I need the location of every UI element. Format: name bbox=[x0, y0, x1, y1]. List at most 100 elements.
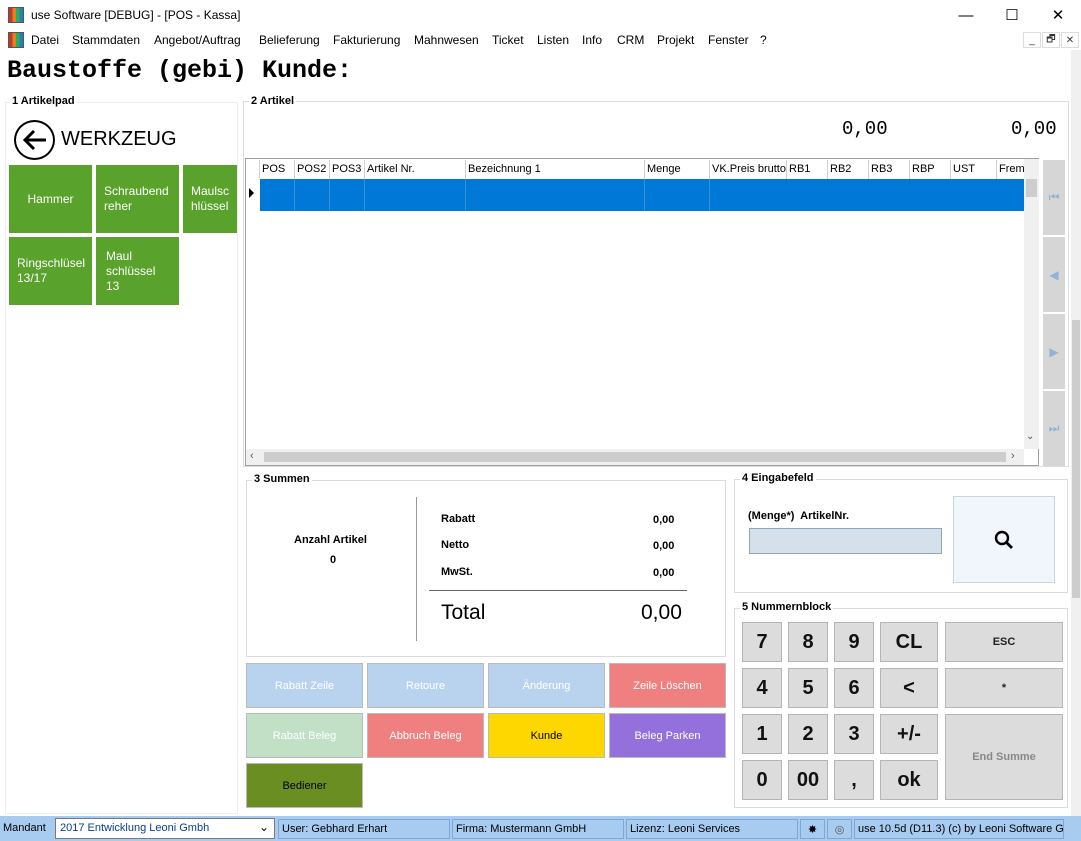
grid-vertical-scrollbar[interactable]: ⌄ bbox=[1024, 159, 1039, 449]
mandant-label: Mandant bbox=[0, 819, 54, 839]
tile-hammer[interactable]: Hammer bbox=[9, 165, 92, 233]
menu-listen[interactable]: Listen bbox=[537, 33, 569, 47]
kunde-button[interactable]: Kunde bbox=[488, 713, 605, 758]
abbruch-beleg-button[interactable]: Abbruch Beleg bbox=[367, 713, 484, 758]
menu-ticket[interactable]: Ticket bbox=[492, 33, 524, 47]
mdi-minimize-button[interactable]: _ bbox=[1023, 32, 1041, 48]
key-2[interactable]: 2 bbox=[788, 714, 828, 754]
key-00[interactable]: 00 bbox=[788, 760, 828, 800]
mdi-close-button[interactable]: ✕ bbox=[1061, 32, 1079, 48]
tile-label: Schraubendreher bbox=[104, 184, 169, 213]
key-ok[interactable]: ok bbox=[880, 760, 938, 800]
retoure-button[interactable]: Retoure bbox=[367, 663, 484, 708]
version-status: use 10.5d (D11.3) (c) by Leoni Software … bbox=[854, 819, 1064, 839]
menu-projekt[interactable]: Projekt bbox=[657, 33, 694, 47]
key-5[interactable]: 5 bbox=[788, 668, 828, 708]
search-button[interactable] bbox=[953, 496, 1055, 583]
grid-hscroll-thumb[interactable] bbox=[264, 452, 1006, 462]
key-plus-minus[interactable]: +/- bbox=[880, 714, 938, 754]
col-rb3[interactable]: RB3 bbox=[869, 160, 910, 179]
mdi-app-icon[interactable] bbox=[8, 32, 24, 48]
table-row[interactable] bbox=[260, 179, 1024, 211]
beleg-parken-button[interactable]: Beleg Parken bbox=[609, 713, 726, 758]
col-pos[interactable]: POS bbox=[260, 160, 295, 179]
tile-ringschluessel[interactable]: Ringschlüsel 13/17 bbox=[9, 237, 92, 305]
col-rbp[interactable]: RBP bbox=[910, 160, 951, 179]
back-arrow-icon[interactable] bbox=[14, 120, 55, 160]
artikel-total-left: 0,00 bbox=[842, 118, 888, 140]
aenderung-button[interactable]: Änderung bbox=[488, 663, 605, 708]
minimize-button[interactable]: — bbox=[943, 0, 989, 30]
window-scrollbar[interactable] bbox=[1071, 50, 1081, 816]
user-status: User: Gebhard Erhart bbox=[278, 819, 450, 839]
chevron-down-icon[interactable]: ⌄ bbox=[259, 820, 269, 834]
tile-maulschluessel[interactable]: Maulschlüssel bbox=[183, 165, 237, 233]
key-4[interactable]: 4 bbox=[742, 668, 782, 708]
nav-prev-icon[interactable]: ◀ bbox=[1043, 237, 1065, 312]
scroll-down-icon[interactable]: ⌄ bbox=[1026, 431, 1034, 442]
key-7[interactable]: 7 bbox=[742, 622, 782, 662]
menu-mahnwesen[interactable]: Mahnwesen bbox=[414, 33, 479, 47]
tile-schraubendreher[interactable]: Schraubendreher bbox=[96, 165, 179, 233]
key-cl[interactable]: CL bbox=[880, 622, 938, 662]
maximize-button[interactable]: ☐ bbox=[989, 0, 1035, 30]
col-frem[interactable]: Frem bbox=[997, 160, 1024, 179]
menu-info[interactable]: Info bbox=[582, 33, 602, 47]
star-button[interactable]: * bbox=[945, 668, 1063, 708]
col-rb2[interactable]: RB2 bbox=[828, 160, 869, 179]
nav-last-icon[interactable]: ⏭ bbox=[1043, 391, 1065, 466]
key-6[interactable]: 6 bbox=[834, 668, 874, 708]
menu-fakturierung[interactable]: Fakturierung bbox=[333, 33, 400, 47]
scroll-left-icon[interactable]: ‹ bbox=[250, 450, 254, 462]
key-comma[interactable]: , bbox=[834, 760, 874, 800]
mandant-select[interactable]: 2017 Entwicklung Leoni Gmbh ⌄ bbox=[55, 818, 275, 839]
tile-label: Hammer bbox=[27, 191, 74, 206]
col-pos2[interactable]: POS2 bbox=[295, 160, 330, 179]
nav-next-icon[interactable]: ▶ bbox=[1043, 314, 1065, 389]
rabatt-zeile-button[interactable]: Rabatt Zeile bbox=[246, 663, 363, 708]
close-button[interactable]: ✕ bbox=[1035, 0, 1081, 30]
menu-crm[interactable]: CRM bbox=[617, 33, 644, 47]
key-1[interactable]: 1 bbox=[742, 714, 782, 754]
key-8[interactable]: 8 bbox=[788, 622, 828, 662]
menu-angebot-auftrag[interactable]: Angebot/Auftrag bbox=[154, 33, 241, 47]
col-vk-preis[interactable]: VK.Preis brutto bbox=[710, 160, 787, 179]
menu-fenster[interactable]: Fenster bbox=[708, 33, 749, 47]
scroll-right-icon[interactable]: › bbox=[1011, 450, 1015, 462]
key-3[interactable]: 3 bbox=[834, 714, 874, 754]
scrollbar-thumb[interactable] bbox=[1072, 320, 1080, 598]
anzahl-artikel-value: 0 bbox=[330, 554, 337, 566]
grid-vscroll-thumb[interactable] bbox=[1026, 179, 1037, 197]
page-title: Baustoffe (gebi) Kunde: bbox=[7, 56, 353, 85]
notification-icon[interactable]: ✸ bbox=[800, 819, 825, 839]
end-summe-button[interactable]: End Summe bbox=[945, 714, 1063, 800]
col-bezeichnung[interactable]: Bezeichnung 1 bbox=[466, 160, 645, 179]
cell-divider bbox=[709, 179, 710, 211]
current-row-indicator-icon bbox=[249, 188, 254, 198]
bediener-button[interactable]: Bediener bbox=[246, 763, 363, 808]
key-backspace[interactable]: < bbox=[880, 668, 938, 708]
zeile-loeschen-button[interactable]: Zeile Löschen bbox=[609, 663, 726, 708]
mdi-restore-button[interactable]: 🗗 bbox=[1042, 32, 1060, 48]
summen-divider bbox=[416, 497, 417, 641]
grid-horizontal-scrollbar[interactable]: ‹ › bbox=[246, 449, 1024, 465]
esc-button[interactable]: ESC bbox=[945, 622, 1063, 662]
artikel-grid[interactable]: POS POS2 POS3 Artikel Nr. Bezeichnung 1 … bbox=[245, 158, 1039, 466]
col-pos3[interactable]: POS3 bbox=[330, 160, 365, 179]
artikel-input[interactable] bbox=[749, 528, 942, 554]
menu-belieferung[interactable]: Belieferung bbox=[259, 33, 320, 47]
col-menge[interactable]: Menge bbox=[645, 160, 710, 179]
mwst-label: MwSt. bbox=[441, 566, 473, 578]
menu-stammdaten[interactable]: Stammdaten bbox=[72, 33, 140, 47]
connection-icon[interactable]: ◎ bbox=[827, 819, 852, 839]
menu-datei[interactable]: Datei bbox=[31, 33, 59, 47]
nav-first-icon[interactable]: ⏮ bbox=[1043, 160, 1065, 235]
col-ust[interactable]: UST bbox=[951, 160, 997, 179]
menu-help[interactable]: ? bbox=[760, 33, 767, 47]
rabatt-beleg-button[interactable]: Rabatt Beleg bbox=[246, 713, 363, 758]
key-0[interactable]: 0 bbox=[742, 760, 782, 800]
key-9[interactable]: 9 bbox=[834, 622, 874, 662]
col-artikel-nr[interactable]: Artikel Nr. bbox=[365, 160, 466, 179]
col-rb1[interactable]: RB1 bbox=[787, 160, 828, 179]
tile-maulschluessel-13[interactable]: Maul schlüssel 13 bbox=[96, 237, 179, 305]
